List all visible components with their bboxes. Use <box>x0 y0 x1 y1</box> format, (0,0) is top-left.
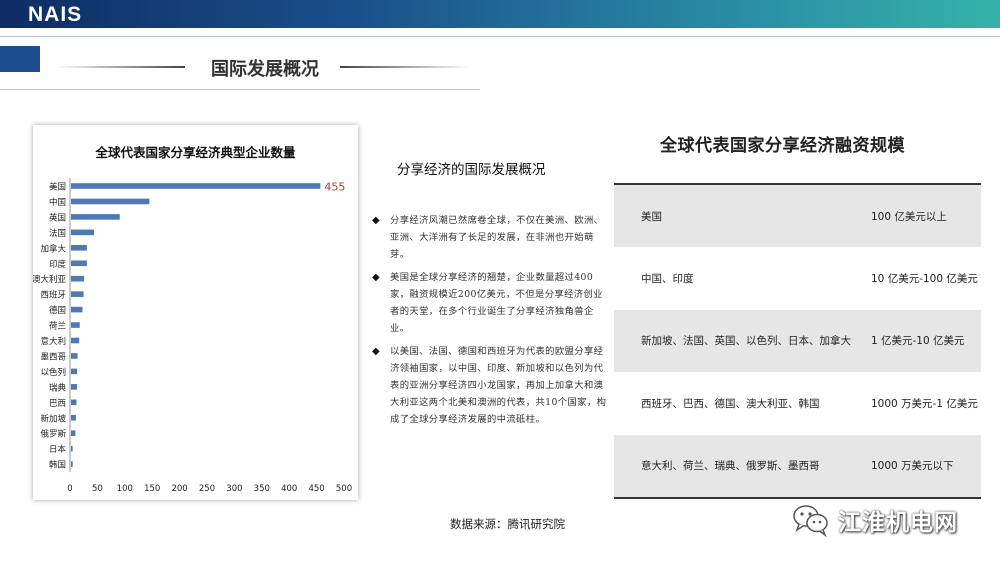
bar <box>71 183 321 189</box>
table-cell-countries: 美国 <box>641 210 662 223</box>
data-source: 数据来源：腾讯研究院 <box>450 517 565 531</box>
company-logo: NAIS <box>28 3 83 26</box>
bar <box>71 306 83 313</box>
y-tick-label: 新加坡 <box>40 413 66 424</box>
company-count-chart: 全球代表国家分享经济典型企业数量 美国 中国 英国 法国 加拿大 印度 澳大利亚 西班牙 德国荷… <box>33 125 358 500</box>
bar <box>71 414 76 421</box>
bar <box>71 229 95 236</box>
table-cell-countries: 意大利、荷兰、瑞典、俄罗斯、墨西哥 <box>641 460 820 473</box>
bullet-item: ◆ 以美国、法国、德国和西班牙为代表的欧盟分享经济领袖国家，以中国、印度、新加坡… <box>372 343 607 428</box>
financing-table: 美国 100 亿美元以上 中国、印度 10 亿美元-100 亿美元 新加坡、法国… <box>614 183 981 499</box>
table-cell-amount: 100 亿美元以上 <box>871 210 947 223</box>
bullet-text: 以美国、法国、德国和西班牙为代表的欧盟分享经济领袖国家，以中国、印度、新加坡和以… <box>390 346 607 425</box>
y-tick-label: 日本 <box>49 444 67 455</box>
bar <box>71 384 78 390</box>
bar <box>71 322 80 328</box>
x-tick-label: 50 <box>92 484 103 494</box>
y-tick-label: 印度 <box>49 259 67 270</box>
bullet-list: ◆ 分享经济风潮已然席卷全球，不仅在美洲、欧洲、亚洲、大洋洲有了长足的发展，在非… <box>372 212 607 434</box>
x-tick-label: 100 <box>117 484 133 494</box>
bar <box>71 430 76 436</box>
bar <box>71 260 87 267</box>
bar-chart-svg: 美国中国英国法国加拿大印度澳大利亚西班牙德国荷兰意大利墨西哥以色列瑞典巴西新加坡… <box>33 178 352 494</box>
top-banner: NAIS <box>0 0 1000 28</box>
x-tick-label: 350 <box>254 484 270 494</box>
table-row: 意大利、荷兰、瑞典、俄罗斯、墨西哥 1000 万美元以下 <box>614 434 981 497</box>
y-tick-label: 俄罗斯 <box>40 429 66 440</box>
x-tick-label: 0 <box>67 484 72 494</box>
bar <box>71 461 73 467</box>
table-cell-countries: 西班牙、巴西、德国、澳大利亚、韩国 <box>641 397 820 410</box>
table-row: 中国、印度 10 亿美元-100 亿美元 <box>614 247 981 310</box>
bar <box>71 337 80 344</box>
bullet-item: ◆ 美国是全球分享经济的翘楚，企业数量超过400家，融资规模近200亿美元，不但… <box>372 269 607 337</box>
x-tick-label: 250 <box>199 484 215 494</box>
y-tick-label: 韩国 <box>49 460 66 471</box>
bar <box>71 275 85 282</box>
table-cell-amount: 1000 万美元以下 <box>871 460 954 473</box>
bullet-text: 美国是全球分享经济的翘楚，企业数量超过400家，融资规模近200亿美元，不但是分… <box>390 272 603 334</box>
table-cell-amount: 1 亿美元-10 亿美元 <box>871 335 965 348</box>
y-tick-label: 巴西 <box>49 399 66 409</box>
title-rule-left <box>55 66 185 68</box>
bullet-item: ◆ 分享经济风潮已然席卷全球，不仅在美洲、欧洲、亚洲、大洋洲有了长足的发展，在非… <box>372 212 607 263</box>
y-tick-label: 墨西哥 <box>40 352 66 362</box>
bar <box>71 245 87 251</box>
watermark: 江淮机电网 <box>792 503 958 538</box>
x-tick-label: 400 <box>281 484 297 494</box>
y-tick-label: 中国 <box>49 197 66 208</box>
accent-block <box>0 46 40 72</box>
y-tick-label: 西班牙 <box>40 290 66 301</box>
y-tick-label: 英国 <box>49 212 66 223</box>
wechat-icon <box>792 503 830 538</box>
table-cell-countries: 中国、印度 <box>641 273 694 286</box>
bar <box>71 291 84 297</box>
bar <box>71 399 77 406</box>
y-tick-label: 以色列 <box>40 367 66 378</box>
section-title: 国际发展概况 <box>211 59 319 80</box>
y-tick-label: 澳大利亚 <box>33 274 66 285</box>
diamond-bullet-icon: ◆ <box>372 272 381 283</box>
bar <box>71 353 78 359</box>
y-tick-label: 法国 <box>49 228 66 239</box>
watermark-text: 江淮机电网 <box>838 510 958 536</box>
x-tick-label: 150 <box>144 484 160 494</box>
bar <box>71 198 150 205</box>
y-tick-label: 加拿大 <box>40 243 66 254</box>
bar <box>71 368 78 375</box>
divider <box>0 89 480 90</box>
table-row: 美国 100 亿美元以上 <box>614 185 981 248</box>
y-tick-label: 意大利 <box>40 336 66 347</box>
bar <box>71 214 120 220</box>
title-rule-right <box>340 66 470 68</box>
table-cell-amount: 10 亿美元-100 亿美元 <box>871 273 978 286</box>
diamond-bullet-icon: ◆ <box>372 346 381 357</box>
x-tick-label: 500 <box>336 484 352 494</box>
data-label: 455 <box>324 181 345 194</box>
table-title: 全球代表国家分享经济融资规模 <box>660 136 905 156</box>
x-tick-label: 200 <box>171 484 187 494</box>
bullet-text: 分享经济风潮已然席卷全球，不仅在美洲、欧洲、亚洲、大洋洲有了长足的发展，在非洲也… <box>390 215 604 260</box>
table-row: 新加坡、法国、英国、以色列、日本、加拿大 1 亿美元-10 亿美元 <box>614 309 981 373</box>
x-tick-label: 300 <box>226 484 242 494</box>
y-tick-label: 荷兰 <box>49 321 66 332</box>
table-row: 西班牙、巴西、德国、澳大利亚、韩国 1000 万美元-1 亿美元 <box>614 372 981 435</box>
diamond-bullet-icon: ◆ <box>372 215 381 226</box>
y-tick-label: 美国 <box>49 182 66 193</box>
overview-heading: 分享经济的国际发展概况 <box>397 162 546 178</box>
x-tick-label: 450 <box>308 484 324 494</box>
table-cell-countries: 新加坡、法国、英国、以色列、日本、加拿大 <box>641 335 851 348</box>
y-tick-label: 德国 <box>49 305 66 316</box>
divider <box>0 36 1000 37</box>
y-tick-label: 瑞典 <box>49 382 67 393</box>
bar <box>71 445 73 452</box>
table-cell-amount: 1000 万美元-1 亿美元 <box>871 397 978 410</box>
